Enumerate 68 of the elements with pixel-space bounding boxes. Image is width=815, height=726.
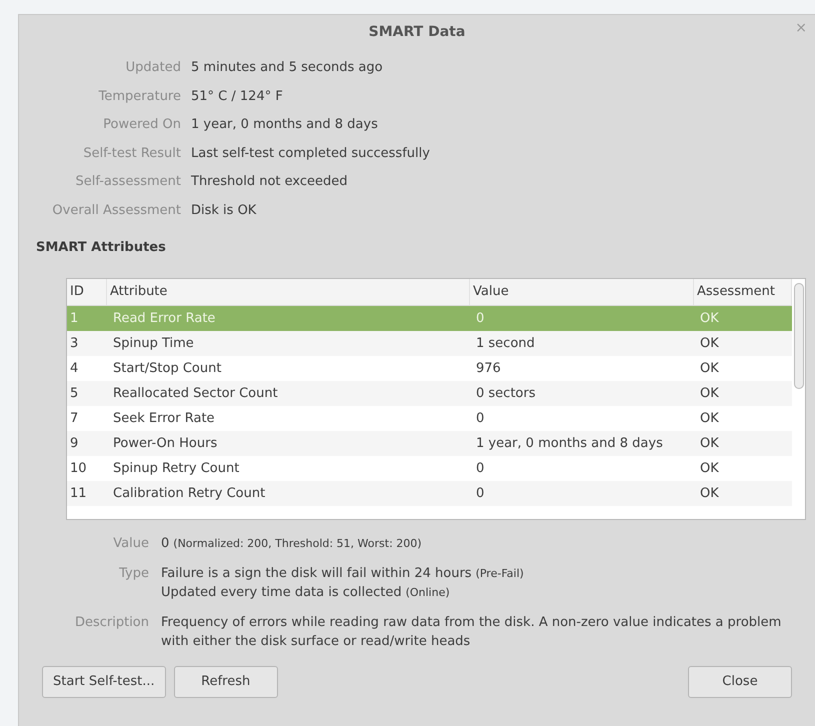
table-cell-text: OK (699, 360, 720, 378)
table-cell-text: OK (699, 410, 720, 428)
dialog-button[interactable]: Refresh (174, 666, 278, 698)
table-cell-text: 10 (69, 460, 88, 478)
section-heading: SMART Attributes (36, 240, 166, 255)
table-cell-text: Start/Stop Count (112, 360, 222, 378)
table-cell-text: 0 (475, 410, 486, 428)
window-title: SMART Data (368, 22, 466, 42)
table-cell-text: 11 (69, 484, 88, 503)
detail-note: (Online) (406, 585, 450, 601)
table-cell-text: OK (699, 334, 720, 353)
field-value: 51° C / 124° F (191, 88, 283, 106)
detail-text: Failure is a sign the disk will fail within 24 hours (161, 564, 472, 582)
column-header[interactable]: Assessment (694, 279, 792, 305)
field-label: Temperature (98, 88, 181, 106)
field-value: Disk is OK (191, 202, 256, 220)
table-row[interactable]: 5 Reallocated Sector Count 0 sectors OK (67, 381, 792, 406)
detail-text: Updated every time data is collected (161, 584, 402, 602)
column-header[interactable]: Attribute (107, 279, 470, 305)
table-row[interactable]: 9 Power-On Hours 1 year, 0 months and 8 days OK (67, 431, 792, 456)
field-label: Self-assessment (74, 173, 181, 191)
table-cell-text: Reallocated Sector Count (112, 384, 279, 403)
table-cell-text: OK (699, 460, 720, 478)
table-cell-text: 4 (69, 360, 80, 378)
table-cell-text: 1 year, 0 months and 8 days (475, 434, 664, 453)
table-cell-text: 5 (69, 384, 80, 403)
table-cell-text: OK (699, 310, 720, 328)
table-cell-text: 0 (475, 484, 486, 503)
table-cell-text: Seek Error Rate (112, 410, 216, 428)
table-cell-text: 7 (69, 410, 80, 428)
detail-note: (Normalized: 200, Threshold: 51, Worst: 200) (173, 536, 422, 552)
table-cell-text: 0 (475, 310, 486, 328)
table-cell-text: Read Error Rate (112, 310, 216, 328)
detail-label: Value (112, 535, 149, 553)
close-dialog-button[interactable]: Close (688, 666, 792, 698)
field-value: Last self-test completed successfully (191, 144, 430, 162)
field-value: 1 year, 0 months and 8 days (191, 116, 378, 134)
table-cell-text: Spinup Retry Count (112, 460, 240, 478)
detail-note: (Pre-Fail) (476, 566, 524, 582)
column-header[interactable]: Value (470, 279, 694, 305)
field-label: Overall Assessment (51, 202, 181, 220)
table-cell-text: 1 (69, 310, 80, 328)
table-cell-text: Power-On Hours (112, 434, 218, 453)
field-value: 5 minutes and 5 seconds ago (191, 59, 383, 77)
table-cell-text: 0 sectors (475, 384, 536, 403)
detail-text: 0 (161, 535, 170, 553)
table-row[interactable]: 3 Spinup Time 1 second OK (67, 331, 792, 356)
table-cell-text: 976 (475, 360, 502, 378)
field-label: Self-test Result (82, 144, 181, 162)
detail-label: Description (74, 614, 149, 632)
detail-label: Type (118, 564, 149, 582)
table-cell-text: 3 (69, 334, 80, 353)
dialog-button[interactable]: Start Self-test... (42, 666, 166, 698)
table-cell-text: OK (699, 434, 720, 453)
table-cell-text: 9 (69, 434, 80, 453)
table-cell-text: Spinup Time (112, 334, 195, 353)
field-value: Threshold not exceeded (191, 173, 348, 191)
table-cell-text: OK (699, 384, 720, 403)
column-header[interactable]: ID (67, 279, 107, 305)
table-cell-text: 0 (475, 460, 486, 478)
field-label: Powered On (102, 116, 181, 134)
field-label: Updated (124, 59, 181, 77)
detail-text: Frequency of errors while reading raw data from the disk. A non-zero value indicates a problem with either the disk surface or read/write heads (161, 614, 782, 651)
table-cell-text: 1 second (475, 334, 536, 353)
scrollbar[interactable] (794, 283, 804, 389)
table-row[interactable]: 11 Calibration Retry Count 0 OK (67, 481, 792, 506)
table-cell-text: OK (699, 484, 720, 503)
table-cell-text: Calibration Retry Count (112, 484, 266, 503)
